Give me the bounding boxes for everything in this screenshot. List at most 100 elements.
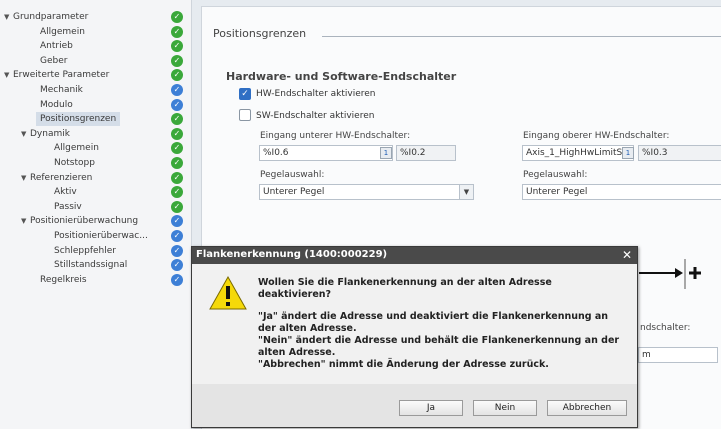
tree-item-label: Allgemein — [40, 26, 85, 37]
tree-item[interactable]: Positionierüberwac... ✓ — [0, 229, 192, 243]
tree-item-label: Notstopp — [54, 158, 95, 168]
section-title: Positionsgrenzen — [213, 27, 307, 40]
partial-field[interactable]: m — [638, 347, 718, 363]
lower-level-value: Unterer Pegel — [263, 187, 325, 197]
section-divider — [322, 36, 721, 37]
tree-item[interactable]: Notstopp ✓ — [0, 156, 192, 170]
tree-item[interactable]: Geber ✓ — [0, 54, 192, 68]
tree-item-label: Referenzieren — [30, 172, 93, 183]
tree-item-label: Modulo — [40, 99, 73, 110]
lower-input-browse-icon[interactable]: 1 — [380, 147, 392, 159]
upper-level-label: Pegelauswahl: — [523, 170, 588, 180]
status-ok-icon: ✓ — [171, 157, 183, 169]
tree-item-label: Allgemein — [54, 143, 99, 154]
tree-item-label: Mechanik — [40, 85, 83, 95]
warning-icon — [209, 275, 247, 310]
limit-switch-symbol-icon — [639, 259, 701, 289]
tree-item-label: Passiv — [54, 201, 82, 212]
tree-item-label: Stillstandssignal — [54, 260, 128, 271]
status-ok-icon: ✓ — [171, 25, 183, 38]
expand-arrow-icon[interactable]: ▼ — [21, 214, 26, 228]
sw-endschalter-label: SW-Endschalter aktivieren — [256, 111, 375, 121]
tree-item-label: Geber — [40, 55, 68, 66]
parameter-tree: ▼ Grundparameter ✓ Allgemein ✓ Antrieb ✓ Geber ✓… — [0, 0, 192, 429]
chevron-down-icon[interactable]: ▼ — [459, 185, 473, 199]
tree-item[interactable]: Mechanik ✓ — [0, 83, 192, 97]
tree-item-label: Erweiterte Parameter — [13, 70, 110, 81]
tree-item[interactable]: Aktiv ✓ — [0, 185, 192, 199]
tree-item-label: Positionsgrenzen — [36, 112, 121, 127]
sw-endschalter-checkbox[interactable] — [239, 109, 251, 121]
status-info-icon: ✓ — [171, 259, 183, 272]
hw-endschalter-checkbox[interactable]: ✓ — [239, 88, 251, 100]
lower-input-field[interactable]: %I0.6 — [259, 145, 393, 161]
lower-level-select[interactable]: Unterer Pegel ▼ — [259, 184, 474, 200]
group-title: Hardware- und Software-Endschalter — [226, 70, 457, 83]
expand-arrow-icon[interactable]: ▼ — [21, 127, 26, 141]
status-info-icon: ✓ — [171, 244, 183, 257]
tree-item[interactable]: ▼ Erweiterte Parameter ✓ — [0, 68, 192, 82]
tree-item-label: Schleppfehler — [54, 245, 116, 256]
status-ok-icon: ✓ — [171, 69, 183, 82]
expand-arrow-icon[interactable]: ▼ — [21, 171, 26, 185]
tree-item[interactable]: Passiv ✓ — [0, 200, 192, 214]
status-ok-icon: ✓ — [171, 200, 183, 213]
tree-item[interactable]: Allgemein ✓ — [0, 25, 192, 39]
upper-level-select[interactable]: Unterer Pegel — [522, 184, 721, 200]
tree-item[interactable]: Modulo ✓ — [0, 98, 192, 112]
tree-item-label: Grundparameter — [13, 12, 89, 22]
status-ok-icon: ✓ — [171, 40, 183, 53]
tree-item-label: Aktiv — [54, 187, 77, 198]
tree-item-label: Positionierüberwac... — [54, 231, 148, 241]
status-ok-icon: ✓ — [171, 11, 183, 23]
dialog-info-abbrechen: "Abbrechen" nimmt die Änderung der Adres… — [258, 359, 549, 370]
tree-item[interactable]: ▼ Grundparameter ✓ — [0, 10, 192, 24]
dialog-question: Wollen Sie die Flankenerkennung an der a… — [258, 277, 552, 300]
tree-item[interactable]: Antrieb ✓ — [0, 39, 192, 53]
tree-item[interactable]: Regelkreis ✓ — [0, 273, 192, 287]
upper-input-label: Eingang oberer HW-Endschalter: — [523, 131, 670, 141]
tree-item-label: Positionierüberwachung — [30, 216, 139, 227]
expand-arrow-icon[interactable]: ▼ — [4, 10, 9, 24]
tree-item[interactable]: Stillstandssignal ✓ — [0, 258, 192, 272]
status-ok-icon: ✓ — [171, 171, 183, 184]
upper-input-browse-icon[interactable]: 1 — [622, 147, 634, 159]
close-icon[interactable]: ✕ — [620, 248, 634, 262]
status-ok-icon: ✓ — [171, 127, 183, 140]
upper-input-field[interactable]: Axis_1_HighHwLimitSwitc — [522, 145, 634, 161]
tree-item[interactable]: Schleppfehler ✓ — [0, 244, 192, 258]
status-info-icon: ✓ — [171, 230, 183, 242]
tree-item[interactable]: ▼ Referenzieren ✓ — [0, 171, 192, 185]
nein-button[interactable]: Nein — [473, 400, 537, 416]
tree-item[interactable]: ▼ Positionierüberwachung ✓ — [0, 214, 192, 228]
expand-arrow-icon[interactable]: ▼ — [4, 68, 9, 82]
upper-level-value: Unterer Pegel — [526, 187, 588, 197]
tree-item-label: Dynamik — [30, 128, 70, 139]
dialog-info-ja: "Ja" ändert die Adresse und deaktiviert … — [258, 311, 609, 334]
ja-button[interactable]: Ja — [399, 400, 463, 416]
upper-input-address: %I0.3 — [638, 145, 721, 161]
tree-item[interactable]: Positionsgrenzen ✓ — [0, 112, 192, 127]
status-info-icon: ✓ — [171, 273, 183, 286]
lower-input-label: Eingang unterer HW-Endschalter: — [260, 131, 411, 141]
status-info-icon: ✓ — [171, 98, 183, 111]
flankenerkennung-dialog: Flankenerkennung (1400:000229) ✕ Wollen … — [191, 246, 638, 428]
status-ok-icon: ✓ — [171, 186, 183, 199]
status-ok-icon: ✓ — [171, 54, 183, 67]
partial-label: ndschalter: — [640, 323, 691, 333]
hw-endschalter-label: HW-Endschalter aktivieren — [256, 89, 376, 99]
dialog-title: Flankenerkennung (1400:000229) — [196, 249, 388, 260]
abbrechen-button[interactable]: Abbrechen — [547, 400, 627, 416]
tree-item-label: Regelkreis — [40, 274, 87, 285]
tree-item[interactable]: ▼ Dynamik ✓ — [0, 127, 192, 141]
dialog-titlebar[interactable]: Flankenerkennung (1400:000229) ✕ — [192, 247, 637, 264]
tree-item[interactable]: Allgemein ✓ — [0, 141, 192, 155]
status-ok-icon: ✓ — [171, 142, 183, 155]
status-ok-icon: ✓ — [171, 113, 183, 126]
dialog-info-nein: "Nein" ändert die Adresse und behält die… — [258, 335, 620, 358]
lower-input-address: %I0.2 — [396, 145, 456, 161]
tree-item-label: Antrieb — [40, 41, 73, 52]
upper-input-value: Axis_1_HighHwLimitSwitc — [526, 148, 634, 158]
lower-input-value: %I0.6 — [263, 148, 289, 158]
lower-level-label: Pegelauswahl: — [260, 170, 325, 180]
